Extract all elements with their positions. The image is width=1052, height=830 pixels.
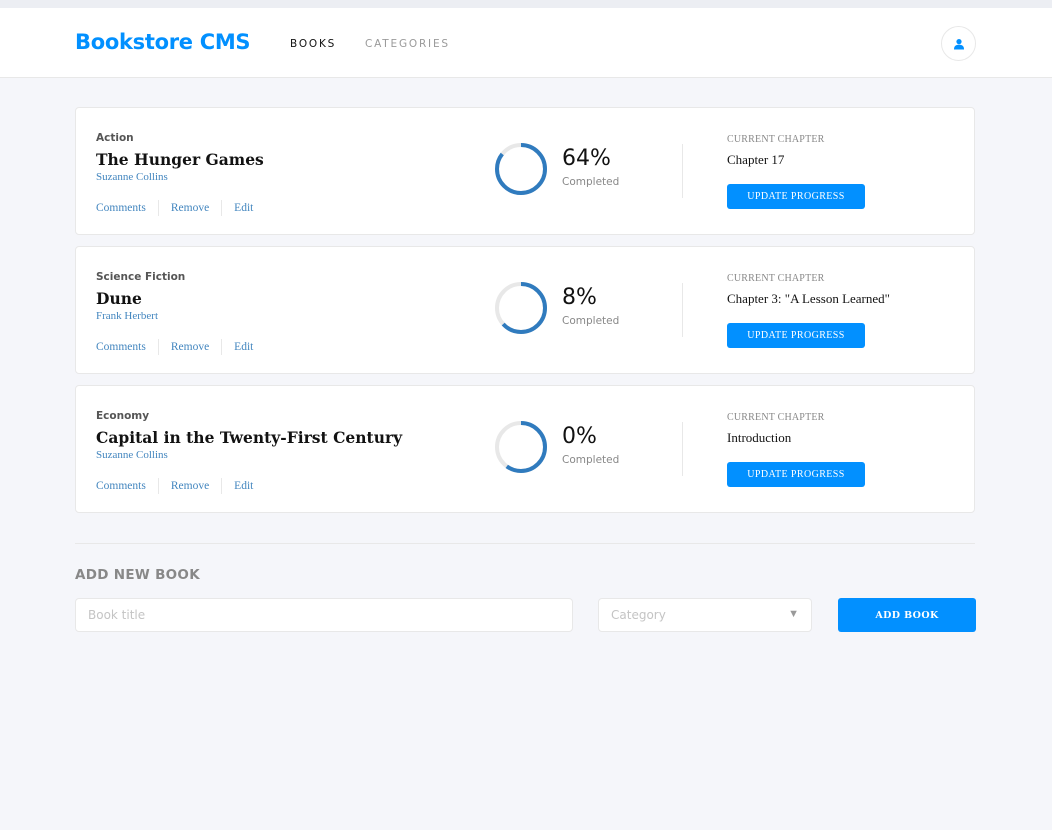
book-category: Science Fiction — [96, 271, 186, 283]
edit-button[interactable]: Edit — [221, 478, 265, 494]
progress-ring — [495, 282, 547, 334]
nav-categories[interactable]: CATEGORIES — [365, 38, 450, 50]
book-category: Action — [96, 132, 134, 144]
chevron-down-icon: ▼ — [788, 608, 799, 620]
progress-completed-label: Completed — [562, 454, 620, 466]
book-card: Science Fiction Dune Frank Herbert Comme… — [75, 246, 975, 374]
book-title: The Hunger Games — [96, 150, 264, 169]
book-title: Capital in the Twenty-First Century — [96, 428, 403, 447]
top-strip — [0, 0, 1052, 8]
current-chapter-label: CURRENT CHAPTER — [727, 134, 825, 145]
app-logo[interactable]: Bookstore CMS — [75, 30, 251, 54]
remove-button[interactable]: Remove — [157, 200, 221, 216]
progress-percent: 0% — [562, 424, 597, 449]
book-title-input[interactable] — [75, 598, 573, 632]
category-select[interactable]: Category ▼ — [598, 598, 812, 632]
user-icon — [953, 38, 964, 49]
remove-button[interactable]: Remove — [157, 478, 221, 494]
book-card: Economy Capital in the Twenty-First Cent… — [75, 385, 975, 513]
nav-books[interactable]: BOOKS — [290, 38, 336, 50]
edit-button[interactable]: Edit — [221, 200, 265, 216]
add-book-button[interactable]: ADD BOOK — [838, 598, 976, 632]
user-avatar-button[interactable] — [941, 26, 976, 61]
book-author[interactable]: Frank Herbert — [96, 310, 158, 322]
current-chapter-value: Introduction — [727, 430, 792, 445]
book-card: Action The Hunger Games Suzanne Collins … — [75, 107, 975, 235]
book-author[interactable]: Suzanne Collins — [96, 171, 168, 183]
comments-button[interactable]: Comments — [96, 478, 158, 494]
category-select-value: Category — [611, 608, 666, 622]
add-book-heading: ADD NEW BOOK — [75, 567, 200, 583]
divider — [682, 144, 683, 198]
edit-button[interactable]: Edit — [221, 339, 265, 355]
book-category: Economy — [96, 410, 150, 422]
progress-completed-label: Completed — [562, 315, 620, 327]
book-author[interactable]: Suzanne Collins — [96, 449, 168, 461]
divider — [682, 422, 683, 476]
comments-button[interactable]: Comments — [96, 200, 158, 216]
book-actions: Comments Remove Edit — [96, 200, 265, 216]
progress-ring — [495, 421, 547, 473]
comments-button[interactable]: Comments — [96, 339, 158, 355]
progress-percent: 8% — [562, 285, 597, 310]
book-title: Dune — [96, 289, 142, 308]
progress-percent: 64% — [562, 146, 611, 171]
remove-button[interactable]: Remove — [157, 339, 221, 355]
book-actions: Comments Remove Edit — [96, 478, 265, 494]
current-chapter-label: CURRENT CHAPTER — [727, 412, 825, 423]
progress-completed-label: Completed — [562, 176, 620, 188]
section-divider — [75, 543, 975, 544]
divider — [682, 283, 683, 337]
update-progress-button[interactable]: UPDATE PROGRESS — [727, 184, 865, 209]
update-progress-button[interactable]: UPDATE PROGRESS — [727, 323, 865, 348]
current-chapter-label: CURRENT CHAPTER — [727, 273, 825, 284]
update-progress-button[interactable]: UPDATE PROGRESS — [727, 462, 865, 487]
progress-ring — [495, 143, 547, 195]
current-chapter-value: Chapter 3: "A Lesson Learned" — [727, 291, 890, 306]
current-chapter-value: Chapter 17 — [727, 152, 785, 167]
app-header: Bookstore CMS BOOKS CATEGORIES — [0, 8, 1052, 78]
book-actions: Comments Remove Edit — [96, 339, 265, 355]
